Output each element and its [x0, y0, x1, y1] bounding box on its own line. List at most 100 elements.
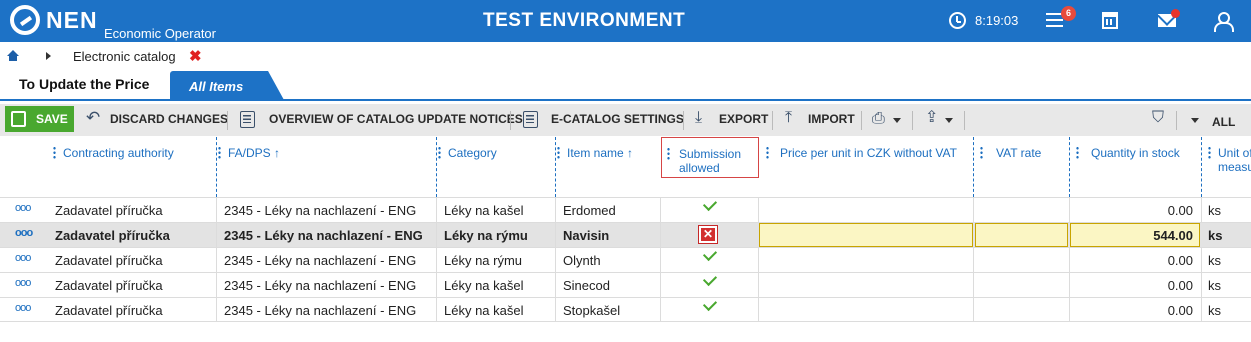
column-drag-handle-icon[interactable] — [218, 146, 221, 159]
download-icon: ⤓ — [695, 109, 703, 126]
table-row[interactable]: ooo Zadavatel příručka 2345 - Léky na na… — [0, 196, 1251, 222]
cell-divider — [973, 298, 974, 322]
clock-icon — [949, 12, 966, 29]
column-drag-handle-icon[interactable] — [980, 146, 983, 159]
cell-category: Léky na kašel — [444, 278, 524, 293]
cell-divider — [436, 273, 437, 297]
cell-quantity[interactable]: 0.00 — [1168, 203, 1193, 218]
cell-fa-dps: 2345 - Léky na nachlazení - ENG — [224, 303, 417, 318]
cell-quantity[interactable]: 544.00 — [1153, 228, 1193, 243]
nen-logo-icon[interactable] — [10, 5, 40, 35]
column-divider — [216, 137, 217, 197]
column-drag-handle-icon[interactable] — [766, 146, 769, 159]
column-drag-handle-icon[interactable] — [1076, 146, 1079, 159]
share-icon[interactable]: ⇪ — [925, 110, 938, 126]
cell-divider — [660, 298, 661, 322]
filter-all-label[interactable]: ALL — [1212, 115, 1235, 129]
submission-header-line2: allowed — [679, 161, 720, 175]
e-catalog-settings-button[interactable]: E-CATALOG SETTINGS — [551, 112, 684, 126]
row-actions-icon[interactable]: ooo — [15, 302, 31, 314]
cell-divider — [555, 223, 556, 247]
cell-unit: ks — [1208, 253, 1221, 268]
cell-authority: Zadavatel příručka — [55, 203, 163, 218]
column-divider — [555, 137, 556, 197]
row-actions-icon[interactable]: ooo — [15, 277, 31, 289]
column-header-fa-dps[interactable]: FA/DPS ↑ — [218, 137, 433, 197]
vat-rate-input[interactable] — [975, 223, 1068, 247]
row-actions-icon[interactable]: ooo — [15, 227, 33, 239]
export-button[interactable]: EXPORT — [719, 112, 768, 126]
toolbar-separator — [964, 111, 965, 130]
document-icon — [240, 111, 255, 128]
cell-divider — [758, 248, 759, 272]
column-drag-handle-icon[interactable] — [1208, 146, 1211, 159]
toolbar-separator — [772, 111, 773, 130]
overview-catalog-update-notices-button[interactable]: OVERVIEW OF CATALOG UPDATE NOTICES — [269, 112, 523, 126]
column-header-quantity-in-stock[interactable]: Quantity in stock — [1071, 137, 1199, 197]
column-header-category[interactable]: Category — [438, 137, 553, 197]
column-drag-handle-icon[interactable] — [53, 146, 56, 159]
cell-divider — [555, 298, 556, 322]
breadcrumb-electronic-catalog[interactable]: Electronic catalog — [73, 49, 176, 64]
column-drag-handle-icon[interactable] — [438, 146, 441, 159]
submission-header-line1: Submission — [679, 147, 742, 161]
cell-divider — [216, 223, 217, 247]
cell-item-name: Navisin — [563, 228, 610, 243]
price-input[interactable] — [759, 223, 973, 247]
cell-divider — [1201, 248, 1202, 272]
cell-unit: ks — [1208, 203, 1221, 218]
close-icon[interactable]: ✖ — [189, 47, 202, 65]
cell-divider — [436, 198, 437, 222]
cell-divider — [758, 198, 759, 222]
tab-all-items[interactable]: All Items — [170, 71, 284, 100]
cell-divider — [973, 273, 974, 297]
cell-divider — [758, 273, 759, 297]
calculator-icon[interactable] — [1102, 12, 1118, 29]
environment-title: TEST ENVIRONMENT — [483, 10, 686, 31]
cell-divider — [216, 198, 217, 222]
cell-quantity[interactable]: 0.00 — [1168, 303, 1193, 318]
filter-icon[interactable]: ⛉ — [1152, 110, 1164, 126]
cell-divider — [216, 273, 217, 297]
table-row[interactable]: ooo Zadavatel příručka 2345 - Léky na na… — [0, 246, 1251, 272]
column-header-price[interactable]: Price per unit in CZK without VAT — [761, 137, 971, 197]
toolbar-separator — [861, 111, 862, 130]
column-header-item-name[interactable]: Item name ↑ — [557, 137, 657, 197]
column-header-submission-allowed[interactable]: Submission allowed — [661, 137, 759, 178]
cell-divider — [660, 273, 661, 297]
row-actions-icon[interactable]: ooo — [15, 252, 31, 264]
column-drag-handle-icon[interactable] — [557, 146, 560, 159]
print-icon[interactable]: ⎙ — [872, 111, 885, 127]
import-button[interactable]: IMPORT — [808, 112, 855, 126]
share-dropdown-icon[interactable] — [945, 118, 953, 123]
cell-divider — [436, 248, 437, 272]
row-actions-icon[interactable]: ooo — [15, 202, 31, 214]
column-header-contracting-authority[interactable]: Contracting authority — [53, 137, 213, 197]
table-row[interactable]: ooo Zadavatel příručka 2345 - Léky na na… — [0, 296, 1251, 322]
cell-quantity[interactable]: 0.00 — [1168, 278, 1193, 293]
unit-header-line2: measu — [1218, 160, 1251, 174]
home-icon[interactable] — [7, 50, 19, 61]
column-header-vat-rate[interactable]: VAT rate — [975, 137, 1067, 197]
column-divider — [436, 137, 437, 197]
cell-quantity[interactable]: 0.00 — [1168, 253, 1193, 268]
cell-divider — [660, 248, 661, 272]
print-dropdown-icon[interactable] — [893, 118, 901, 123]
table-row[interactable]: ooo Zadavatel příručka 2345 - Léky na na… — [0, 271, 1251, 297]
table-row-selected[interactable]: ooo Zadavatel příručka 2345 - Léky na na… — [0, 222, 1251, 247]
cell-divider — [1069, 248, 1070, 272]
tab-divider — [0, 99, 1251, 101]
cell-divider — [216, 248, 217, 272]
cell-fa-dps: 2345 - Léky na nachlazení - ENG — [224, 203, 417, 218]
filter-dropdown-icon[interactable] — [1191, 118, 1199, 123]
column-drag-handle-icon[interactable] — [667, 147, 670, 160]
save-button[interactable]: SAVE — [5, 106, 74, 132]
column-header-unit-of-measure[interactable]: Unit of measu — [1203, 137, 1251, 197]
cell-fa-dps: 2345 - Léky na nachlazení - ENG — [224, 253, 417, 268]
discard-changes-button[interactable]: DISCARD CHANGES — [110, 112, 228, 126]
cell-divider — [1201, 298, 1202, 322]
check-icon — [702, 246, 718, 262]
user-icon[interactable] — [1214, 12, 1234, 32]
cell-category: Léky na kašel — [444, 303, 524, 318]
tab-to-update-the-price[interactable]: To Update the Price — [19, 76, 149, 92]
